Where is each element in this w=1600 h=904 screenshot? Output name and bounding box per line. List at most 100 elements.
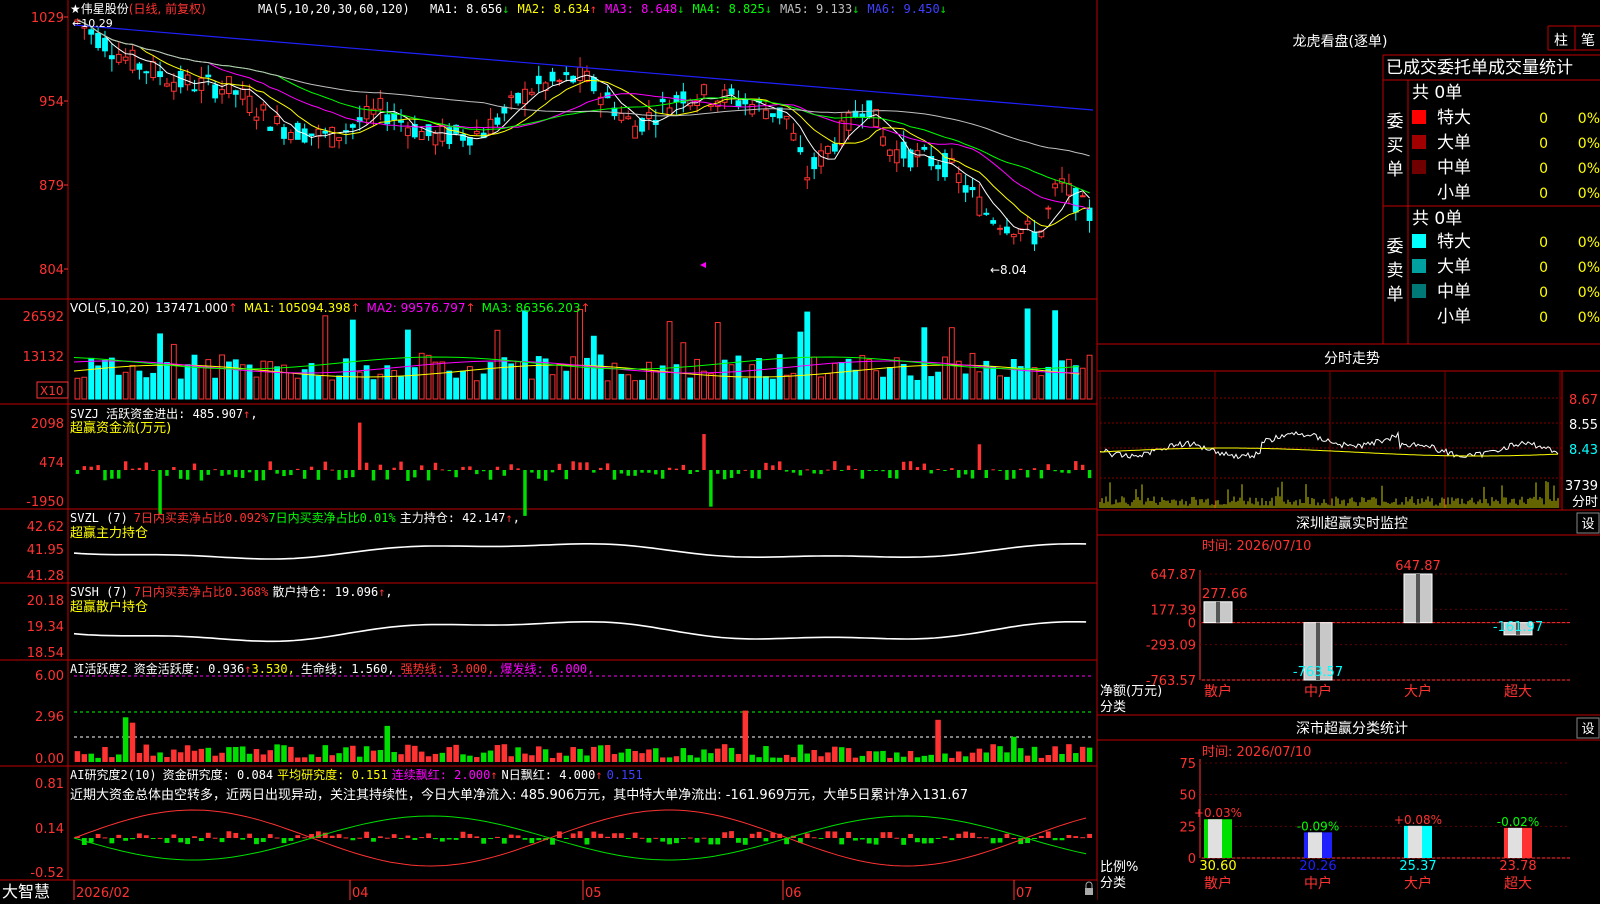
flow-bar — [950, 468, 954, 470]
volume-bar — [673, 364, 680, 400]
activity-bar — [962, 756, 969, 762]
svzj-chart[interactable] — [75, 422, 1092, 516]
research-bar — [584, 838, 590, 845]
volume-bar — [129, 364, 136, 400]
volume-bar — [997, 375, 1003, 400]
tick-mode-button[interactable]: 笔 — [1581, 33, 1595, 49]
buy-side-label: 委买单 — [1387, 112, 1404, 180]
svzj-sub: 超赢资金流(万元) — [70, 420, 171, 436]
activity-bar — [219, 752, 225, 762]
volume-bar — [886, 366, 893, 400]
category-label: 散户 — [1204, 683, 1232, 700]
y-tick: 1029 — [31, 11, 64, 26]
category-label: 中单 — [1437, 282, 1471, 302]
volume-chart[interactable] — [73, 308, 1093, 400]
svsh-chart[interactable] — [73, 621, 1087, 643]
volume-bar — [852, 369, 859, 400]
flow-bar — [399, 461, 403, 470]
activity-bar — [1031, 746, 1038, 762]
activity-bar — [109, 757, 115, 762]
candle-body — [962, 185, 969, 193]
candle-body — [267, 126, 274, 131]
research-bar — [1038, 835, 1044, 838]
candle-body — [1072, 187, 1079, 213]
candle-body — [501, 106, 508, 114]
candle-body — [205, 74, 212, 78]
volume-bar — [818, 376, 824, 400]
app-logo: 大智慧 — [2, 882, 50, 900]
volume-bar — [191, 354, 198, 400]
research-bar — [357, 837, 363, 839]
research-bar — [901, 838, 907, 845]
candle-body — [522, 88, 528, 105]
research-bar — [839, 838, 845, 845]
research-bar — [1087, 833, 1092, 838]
research-bar — [701, 837, 707, 839]
bar-mode-button[interactable]: 柱 — [1554, 33, 1568, 49]
volume-bar — [108, 357, 115, 400]
terminal-canvas: ★伟星股份(日线, 前复权) MA(5,10,20,30,60,120) MA1… — [0, 0, 1600, 901]
activity-bar — [659, 757, 666, 762]
activity-bar — [377, 749, 384, 762]
y-tick: 647.87 — [1151, 568, 1197, 583]
date-tick: 07 — [1016, 886, 1033, 900]
research-bar — [377, 836, 383, 838]
activity-bar — [1066, 744, 1072, 762]
svg-text:0.14: 0.14 — [35, 822, 64, 837]
activity-bar — [501, 744, 508, 762]
svzl-chart[interactable] — [73, 543, 1087, 560]
ma-line — [77, 19, 1090, 211]
candle-body — [232, 90, 239, 95]
candle-body — [260, 104, 267, 111]
category-pct: 0% — [1578, 136, 1600, 152]
activity-bar — [260, 754, 267, 762]
sz-class-time: 时间: 2026/07/10 — [1202, 745, 1311, 760]
research-bar — [467, 833, 473, 838]
longhu-tabs[interactable]: 已成交委托单成交量统计 — [1386, 58, 1573, 78]
svg-text:-0.52: -0.52 — [30, 866, 64, 881]
research-bar — [508, 834, 514, 838]
price-axis-ticks — [64, 16, 68, 270]
volume-bar — [914, 379, 921, 400]
svg-text:41.95: 41.95 — [27, 543, 64, 558]
activity-bar — [708, 753, 714, 762]
volume-bar — [143, 377, 150, 400]
category-label: 大户 — [1404, 875, 1432, 892]
volume-bar — [294, 377, 301, 400]
flow-bar — [716, 470, 720, 474]
candle-body — [473, 130, 480, 135]
flow-bar — [867, 470, 871, 471]
svg-text:474: 474 — [39, 456, 64, 471]
candle-body — [439, 126, 446, 142]
ratio-change: +0.03% — [1194, 806, 1242, 820]
candle-body — [102, 37, 108, 52]
flow-bar — [1018, 468, 1023, 470]
sz-class-chart[interactable]: 75 50 25 0 +0.03% 30.60散户 -0.09% 20.26中户 +0.08% 2… — [1179, 757, 1570, 892]
activity-bar — [391, 752, 397, 762]
ai-research-chart[interactable] — [73, 809, 1092, 867]
category-pct: 0% — [1578, 111, 1600, 127]
side-char: 委 — [1387, 112, 1404, 132]
y-tick: 0 — [1188, 617, 1196, 632]
svg-text:42.62: 42.62 — [27, 520, 64, 535]
flow-bar — [991, 469, 995, 471]
ma-value: MA3: 8.648 — [605, 2, 677, 16]
activity-bar — [432, 753, 439, 762]
volume-bar — [742, 378, 749, 400]
research-bar — [488, 838, 493, 839]
ai-activity-chart[interactable] — [74, 675, 1093, 762]
ma-values: MA1: 8.656↓ MA2: 8.634↑ MA3: 8.648↓ MA4: 8.… — [430, 2, 947, 16]
candle-body — [914, 150, 921, 158]
flow-bar — [564, 470, 569, 480]
activity-bar — [776, 757, 783, 762]
volume-bar — [825, 373, 831, 400]
volume-bar — [432, 361, 439, 400]
price-chart[interactable] — [73, 18, 1094, 268]
flow-bar — [1032, 468, 1037, 470]
intraday-chart[interactable] — [1099, 371, 1562, 508]
sz-monitor-chart[interactable]: 647.87177.390-293.09-763.57277.66散户-763.… — [1146, 559, 1570, 700]
volume-bar — [990, 366, 997, 400]
research-bar — [618, 833, 624, 838]
flow-bar — [970, 470, 975, 479]
flow-bar — [234, 470, 238, 478]
